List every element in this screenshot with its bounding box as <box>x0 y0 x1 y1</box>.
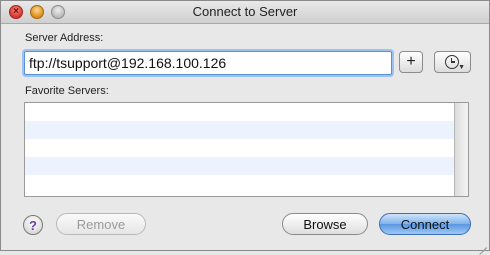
list-item[interactable] <box>25 157 468 175</box>
help-icon: ? <box>29 217 37 233</box>
favorite-servers-label: Favorite Servers: <box>25 85 109 97</box>
resize-grip-icon[interactable] <box>477 238 487 255</box>
remove-button[interactable]: Remove <box>56 213 146 235</box>
list-item[interactable] <box>25 139 468 157</box>
title-bar[interactable]: × Connect to Server <box>1 1 489 24</box>
server-address-input[interactable] <box>24 51 392 75</box>
list-item[interactable] <box>25 121 468 139</box>
window-title: Connect to Server <box>192 4 298 19</box>
plus-icon: + <box>406 53 416 70</box>
connect-to-server-window: × Connect to Server Server Address: + ▼ … <box>0 0 490 255</box>
list-item[interactable] <box>25 103 468 121</box>
chevron-down-icon: ▼ <box>458 64 465 71</box>
list-item[interactable] <box>25 175 468 193</box>
vertical-scrollbar[interactable] <box>454 103 468 196</box>
recent-servers-button[interactable]: ▼ <box>434 51 471 73</box>
browse-button[interactable]: Browse <box>282 213 368 235</box>
clock-icon <box>444 55 459 69</box>
add-to-favorites-button[interactable]: + <box>399 51 423 73</box>
favorite-servers-list[interactable] <box>24 102 469 197</box>
server-address-label: Server Address: <box>25 32 104 44</box>
help-button[interactable]: ? <box>23 215 43 235</box>
connect-button[interactable]: Connect <box>379 213 471 235</box>
